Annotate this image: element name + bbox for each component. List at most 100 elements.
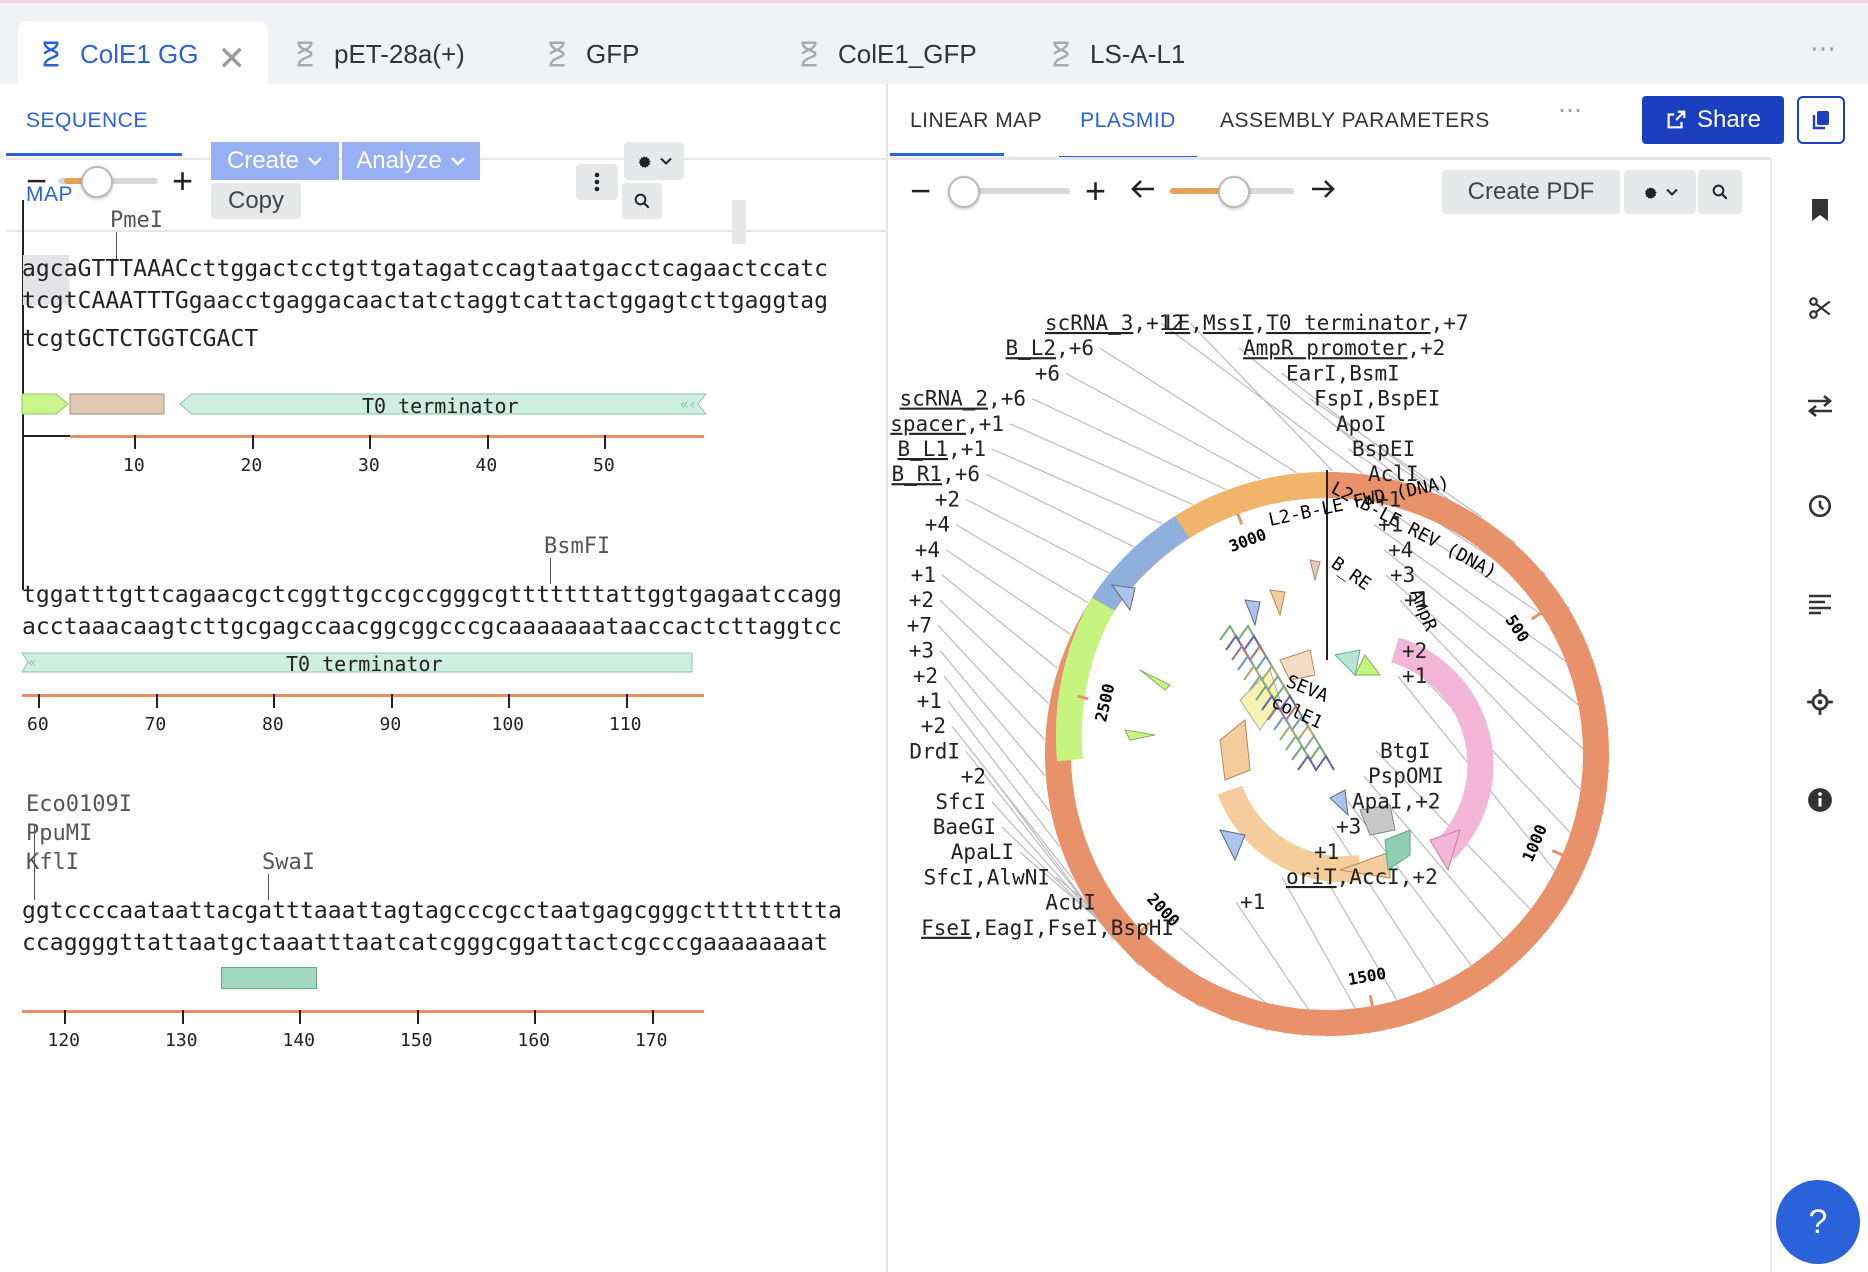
cut-site-label[interactable]: BtgI <box>1380 739 1431 763</box>
sequence-bottom-strand[interactable]: tcgtCAAATTTGgaacctgaggacaactatctaggtcatt… <box>22 288 828 314</box>
cut-site-label[interactable]: +2 <box>935 487 960 511</box>
cut-site-label[interactable]: +1 <box>1376 487 1401 511</box>
cut-site-label[interactable]: BspEI <box>1352 437 1415 461</box>
cut-site-label[interactable]: AcuI <box>1045 891 1096 915</box>
tab-sequence-map[interactable]: SEQUENCE MAP <box>6 84 182 206</box>
cut-site-label[interactable]: +2 <box>961 765 986 789</box>
cut-site-label[interactable]: BaeGI <box>933 815 996 839</box>
cut-site-label[interactable]: +1 <box>1402 664 1427 688</box>
sequence-bottom-strand[interactable]: acctaaacaagtcttgcgagccaacggcggcccgcaaaaa… <box>22 614 842 640</box>
settings-dropdown[interactable] <box>1624 170 1696 214</box>
search-button[interactable] <box>1698 170 1742 214</box>
tab-pet-28a[interactable]: pET-28a(+) <box>290 21 465 87</box>
cut-site-label[interactable]: +3 <box>1390 563 1415 587</box>
feature-block[interactable] <box>221 967 317 989</box>
cut-site-label[interactable]: +1 <box>1404 588 1429 612</box>
feature-block[interactable] <box>69 393 165 415</box>
cut-site-label[interactable]: spacer,+1 <box>890 412 1004 436</box>
cut-site-label[interactable]: ApoI <box>1336 412 1387 436</box>
cut-site-label[interactable]: +4 <box>1388 538 1413 562</box>
feature-arrow[interactable] <box>21 393 69 415</box>
swap-icon[interactable] <box>1798 384 1842 428</box>
tab-cole1-gg[interactable]: ColE1 GG ✕ <box>18 21 268 87</box>
scrollbar[interactable] <box>732 200 746 244</box>
analyze-dropdown[interactable]: Analyze <box>342 142 480 180</box>
cut-site-label[interactable]: +1 <box>911 563 936 587</box>
more-tabs-icon[interactable]: ⋯ <box>1810 33 1838 64</box>
tab-ls-a-l1[interactable]: LS-A-L1 <box>1046 21 1185 87</box>
cut-site-label[interactable]: +2 <box>1402 639 1427 663</box>
copy-link-button[interactable] <box>1797 96 1845 144</box>
zoom-out-button[interactable]: − <box>910 170 931 212</box>
cut-site-label[interactable]: +2 <box>921 714 946 738</box>
tab-plasmid[interactable]: PLASMID <box>1059 84 1197 159</box>
bookmark-icon[interactable] <box>1798 188 1842 232</box>
sequence-top-strand[interactable]: tggatttgttcagaacgctcggttgccgccgggcgttttt… <box>22 582 842 608</box>
cut-site-label[interactable]: ApaLI <box>951 840 1014 864</box>
cut-site-label[interactable]: +2 <box>913 664 938 688</box>
settings-dropdown[interactable] <box>624 142 684 180</box>
cut-site-label[interactable]: EarI,BsmI <box>1286 361 1400 385</box>
cut-site-label[interactable]: LE,MssI,T0 terminator,+7 <box>1165 311 1469 335</box>
align-left-icon[interactable] <box>1798 582 1842 626</box>
cut-site-label[interactable]: scRNA_2,+6 <box>900 387 1026 411</box>
more-tabs-icon[interactable]: ⋯ <box>1558 96 1584 125</box>
close-icon[interactable]: ✕ <box>218 39 247 79</box>
create-pdf-button[interactable]: Create PDF <box>1442 170 1620 214</box>
cut-site-label[interactable]: +1 <box>1240 890 1265 914</box>
plasmid-map[interactable]: 50010001500200025003000 L2-B-LE REV (DNA… <box>890 230 1770 1130</box>
rotate-right-icon[interactable] <box>1310 178 1336 200</box>
target-icon[interactable] <box>1798 680 1842 724</box>
cut-site-label[interactable]: PspOMI <box>1368 764 1444 788</box>
cut-site-label[interactable]: +2 <box>909 588 934 612</box>
search-button[interactable] <box>622 183 662 219</box>
scissors-icon[interactable] <box>1798 286 1842 330</box>
cut-site-label[interactable]: AclI <box>1368 462 1419 486</box>
tab-gfp[interactable]: GFP <box>542 21 639 87</box>
cut-site-label[interactable]: FseI,EagI,FseI,BspHI <box>921 916 1174 940</box>
more-options-button[interactable] <box>576 164 618 200</box>
create-dropdown[interactable]: Create <box>211 142 339 180</box>
sequence-top-strand[interactable]: ggtccccaataattacgatttaaattagtagcccgcctaa… <box>22 898 842 924</box>
history-icon[interactable] <box>1798 484 1842 528</box>
cut-site-label[interactable]: +1 <box>917 689 942 713</box>
sequence-top-strand[interactable]: agcaGTTTAAACcttggactcctgttgatagatccagtaa… <box>22 256 828 282</box>
ring-feature-blue[interactable] <box>1092 516 1190 612</box>
cut-site-label[interactable]: scRNA_3,+12 <box>1045 311 1184 335</box>
sequence-bottom-strand[interactable]: ccaggggttattaatgctaaatttaatcatcgggcggatt… <box>22 930 828 956</box>
cut-site-label[interactable]: oriT,AccI,+2 <box>1286 865 1438 889</box>
zoom-in-button[interactable]: + <box>172 160 193 202</box>
zoom-in-button[interactable]: + <box>1085 170 1106 212</box>
zoom-slider-handle[interactable] <box>81 166 113 198</box>
share-button[interactable]: Share <box>1642 96 1784 144</box>
rotation-slider-handle[interactable] <box>1218 176 1250 208</box>
tab-assembly-parameters[interactable]: ASSEMBLY PARAMETERS <box>1220 84 1490 156</box>
rotate-left-icon[interactable] <box>1130 178 1156 200</box>
cut-site-label[interactable]: +1 <box>1378 513 1403 537</box>
sequence-overhang[interactable]: tcgtGCTCTGGTCGACT <box>22 326 258 352</box>
cut-site-label[interactable]: +6 <box>1035 361 1060 385</box>
cut-site-label[interactable]: +3 <box>909 639 934 663</box>
cut-site-label[interactable]: +7 <box>907 613 932 637</box>
help-button[interactable]: ? <box>1776 1180 1860 1264</box>
ruler-tick <box>390 694 393 708</box>
cut-site-label[interactable]: AmpR promoter,+2 <box>1243 336 1445 360</box>
cut-site-label[interactable]: B_L1,+1 <box>897 437 986 461</box>
cut-site-label[interactable]: FspI,BspEI <box>1314 387 1440 411</box>
cut-site-label[interactable]: DrdI <box>909 739 960 763</box>
tab-cole1-gfp[interactable]: ColE1_GFP <box>794 21 977 87</box>
zoom-slider-handle[interactable] <box>948 176 980 208</box>
cut-site-label[interactable]: +3 <box>1336 815 1361 839</box>
cut-site-label[interactable]: +4 <box>915 538 940 562</box>
copy-button[interactable]: Copy <box>211 183 301 219</box>
ring-feature-green[interactable] <box>1055 597 1115 762</box>
cut-site-label[interactable]: +1 <box>1314 840 1339 864</box>
cut-site-label[interactable]: SfcI <box>935 790 986 814</box>
cut-site-label[interactable]: ApaI,+2 <box>1352 789 1441 813</box>
cut-site-label[interactable]: B_L2,+6 <box>1005 336 1094 360</box>
info-icon[interactable] <box>1798 778 1842 822</box>
zoom-out-button[interactable]: − <box>26 160 47 202</box>
cut-site-label[interactable]: +4 <box>925 513 950 537</box>
cut-site-label[interactable]: B_R1,+6 <box>891 462 980 486</box>
cut-site-label[interactable]: SfcI,AlwNI <box>924 865 1050 889</box>
